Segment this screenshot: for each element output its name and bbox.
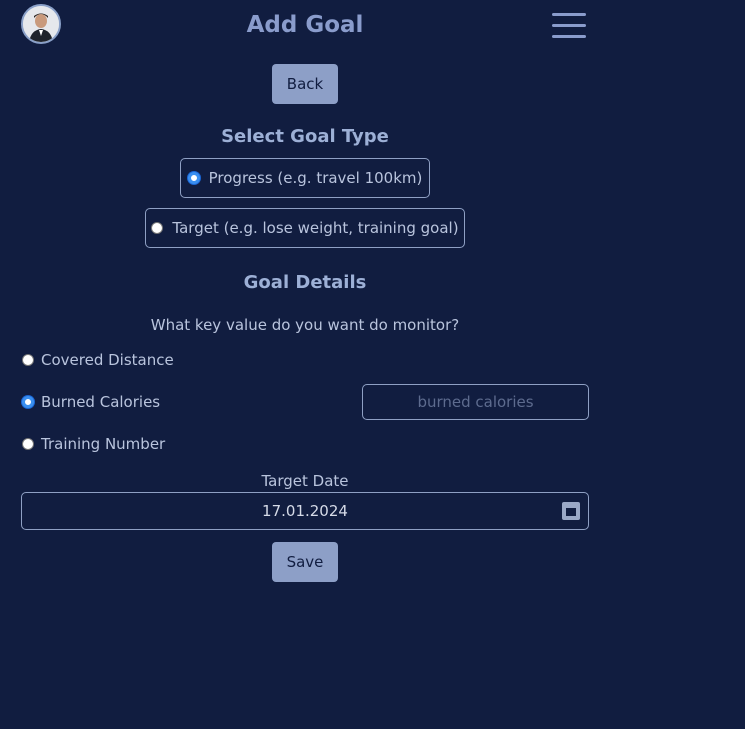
key-value-question: What key value do you want do monitor?: [150, 316, 460, 334]
calendar-icon[interactable]: [562, 502, 580, 520]
training-number-radio[interactable]: [22, 438, 34, 450]
goal-details-heading: Goal Details: [243, 272, 367, 293]
metric-training-number[interactable]: Training Number: [22, 435, 165, 453]
back-button[interactable]: Back: [272, 64, 338, 104]
goal-type-progress-option[interactable]: Progress (e.g. travel 100km): [180, 158, 430, 198]
goal-type-heading: Select Goal Type: [221, 126, 389, 147]
target-option-label: Target (e.g. lose weight, training goal): [172, 219, 459, 237]
user-avatar-icon: [23, 6, 59, 42]
burned-calories-input[interactable]: [362, 384, 589, 420]
covered-distance-label: Covered Distance: [41, 351, 174, 369]
target-date-label: Target Date: [261, 472, 349, 490]
target-date-value: 17.01.2024: [262, 502, 348, 520]
training-number-label: Training Number: [41, 435, 166, 453]
progress-option-label: Progress (e.g. travel 100km): [208, 169, 423, 187]
hamburger-icon[interactable]: [552, 13, 586, 39]
metric-burned-calories[interactable]: Burned Calories: [22, 393, 160, 411]
save-button[interactable]: Save: [272, 542, 338, 582]
progress-radio[interactable]: [187, 172, 200, 184]
metric-covered-distance[interactable]: Covered Distance: [22, 351, 174, 369]
burned-calories-label: Burned Calories: [41, 393, 161, 411]
target-radio[interactable]: [151, 222, 164, 234]
target-date-input[interactable]: 17.01.2024: [21, 492, 589, 530]
covered-distance-radio[interactable]: [22, 354, 34, 366]
page-title: Add Goal: [246, 12, 364, 38]
avatar[interactable]: [21, 4, 61, 44]
burned-calories-radio[interactable]: [22, 396, 34, 408]
goal-type-target-option[interactable]: Target (e.g. lose weight, training goal): [145, 208, 465, 248]
